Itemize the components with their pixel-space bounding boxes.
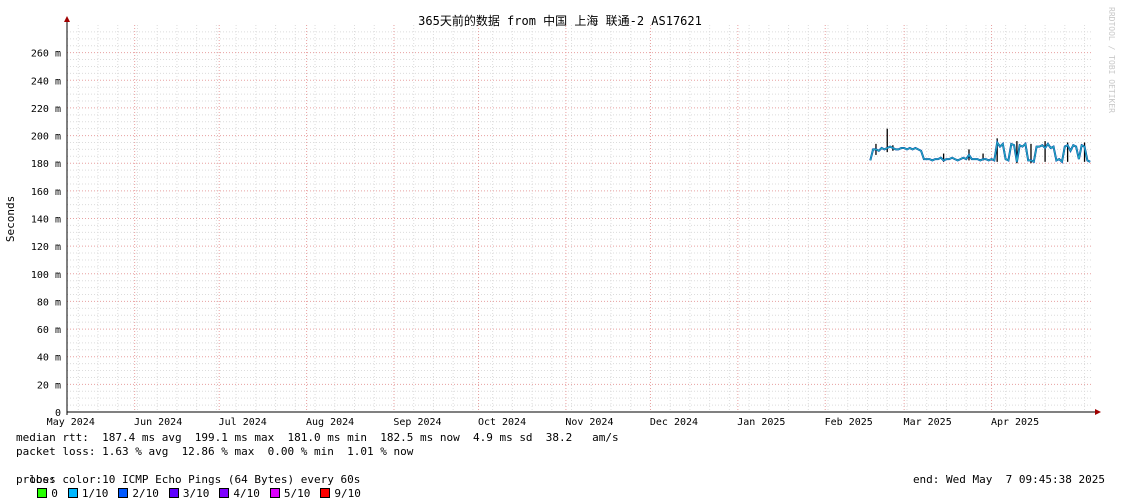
x-tick-label: Feb 2025 (825, 417, 873, 428)
median-rtt-series-loss-color (869, 141, 1091, 163)
y-tick-label: 80 m (37, 297, 61, 308)
y-tick-labels: 020 m40 m60 m80 m100 m120 m140 m160 m180… (31, 49, 61, 419)
loss-color-swatch (219, 488, 230, 498)
median-rtt-line: median rtt: 187.4 ms avg 199.1 ms max 18… (16, 431, 619, 444)
x-tick-label: Jan 2025 (737, 417, 785, 428)
rtt-chart: 365天前的数据 from 中国 上海 联通-2 AS17621 Seconds… (4, 7, 1116, 428)
loss-color-swatch (67, 488, 78, 498)
y-axis-arrow (64, 16, 70, 22)
y-tick-label: 60 m (37, 325, 61, 336)
y-tick-label: 140 m (31, 215, 61, 226)
plot-area (869, 128, 1091, 164)
grid (67, 25, 1093, 412)
x-tick-label: Oct 2024 (478, 417, 526, 428)
x-tick-label: Sep 2024 (393, 417, 441, 428)
y-tick-label: 220 m (31, 104, 61, 115)
x-axis-arrow (1095, 409, 1101, 415)
packet-loss-line: packet loss: 1.63 % avg 12.86 % max 0.00… (16, 445, 414, 458)
x-tick-label: May 2024 (47, 417, 95, 428)
loss-color-swatch (269, 488, 280, 498)
chart-title: 365天前的数据 from 中国 上海 联通-2 AS17621 (418, 13, 702, 28)
loss-color-swatch (37, 488, 48, 498)
x-tick-label: Apr 2025 (991, 417, 1039, 428)
y-tick-label: 100 m (31, 270, 61, 281)
probe-line: probe: 10 ICMP Echo Pings (64 Bytes) eve… (16, 473, 361, 486)
end-time: end: Wed May 7 09:45:38 2025 (912, 473, 1105, 486)
loss-color-swatch (118, 488, 129, 498)
y-tick-label: 120 m (31, 242, 61, 253)
y-tick-label: 200 m (31, 132, 61, 143)
x-tick-label: Mar 2025 (904, 417, 952, 428)
y-tick-label: 160 m (31, 187, 61, 198)
y-axis-label: Seconds (4, 196, 17, 242)
rrdtool-watermark: RRDTOOL / TOBI OETIKER (1107, 7, 1116, 113)
y-tick-label: 40 m (37, 353, 61, 364)
x-tick-label: Jul 2024 (219, 417, 267, 428)
median-rtt-series (869, 139, 1091, 164)
y-tick-label: 260 m (31, 49, 61, 60)
loss-color-swatch (320, 488, 331, 498)
x-tick-label: Aug 2024 (306, 417, 354, 428)
y-tick-label: 240 m (31, 76, 61, 87)
y-tick-label: 180 m (31, 159, 61, 170)
x-tick-labels: May 2024 Jun 2024 Jul 2024 Aug 2024 Sep 2024… (47, 417, 1039, 428)
loss-color-swatch (168, 488, 179, 498)
x-tick-label: Nov 2024 (565, 417, 613, 428)
y-tick-label: 20 m (37, 380, 61, 391)
x-tick-label: Jun 2024 (134, 417, 182, 428)
x-tick-label: Dec 2024 (650, 417, 698, 428)
